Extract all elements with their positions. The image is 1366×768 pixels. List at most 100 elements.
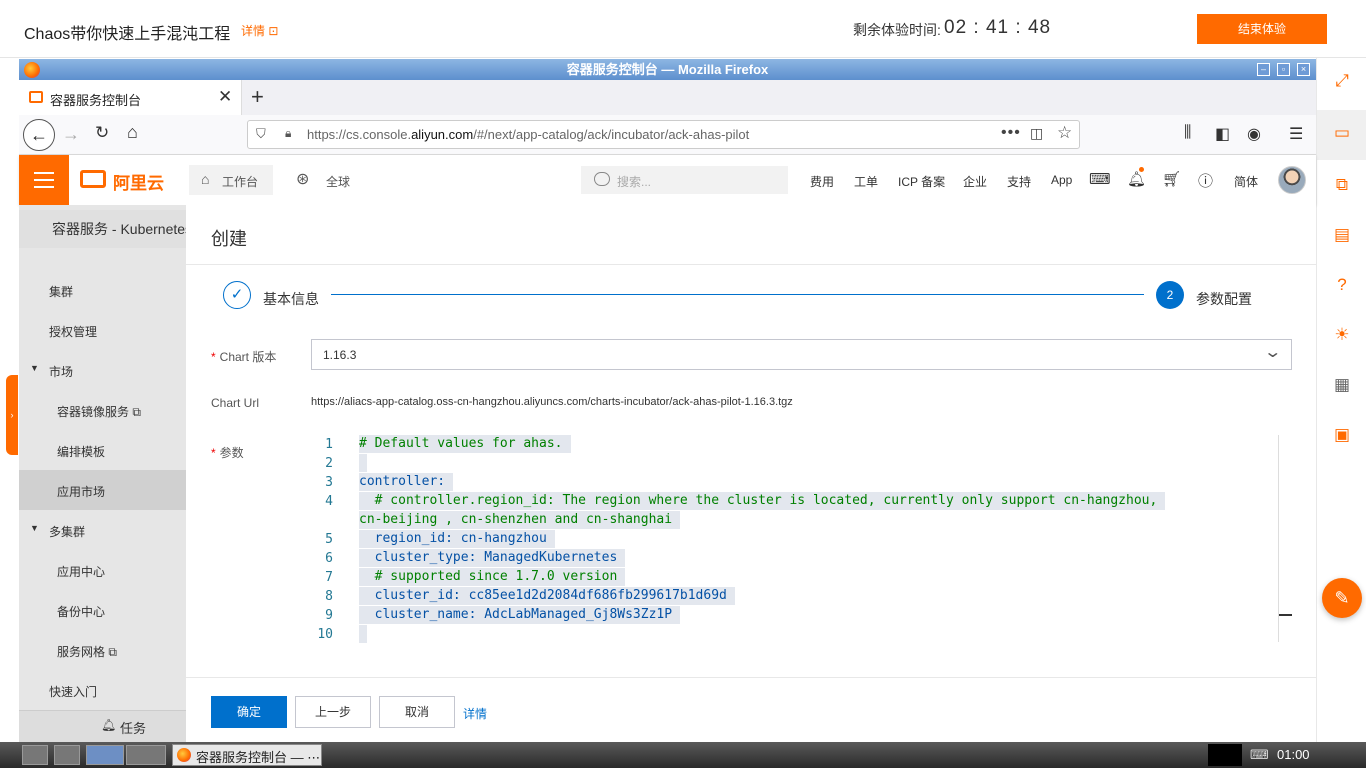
light-icon[interactable]: ☀	[1331, 324, 1353, 346]
window-close-icon[interactable]: ×	[1297, 63, 1310, 76]
lab-title: Chaos带你快速上手混沌工程	[24, 26, 231, 43]
start-menu-icon[interactable]	[22, 745, 48, 765]
lab-detail-link[interactable]: 详情 ⊡	[241, 22, 278, 39]
language-selector[interactable]: 简体	[1234, 173, 1258, 190]
account-icon[interactable]: ◉	[1247, 124, 1261, 144]
sidebar-item-app-center[interactable]: 应用中心	[57, 563, 105, 580]
line-number: 2	[325, 456, 333, 471]
sidebar-item-clusters[interactable]: 集群	[49, 283, 73, 300]
reload-icon[interactable]: ↻	[95, 123, 109, 143]
task-label[interactable]: 任务	[120, 718, 146, 737]
detail-link[interactable]: 详情	[463, 705, 487, 722]
page-actions-icon[interactable]: •••	[1001, 124, 1021, 142]
globe-icon[interactable]: ⊛	[296, 169, 309, 189]
bell-icon[interactable]: 🔔︎	[1127, 170, 1146, 188]
fullscreen-icon[interactable]: ⤢	[1331, 70, 1353, 92]
chat-icon[interactable]: ▣	[1331, 424, 1353, 446]
home-icon[interactable]: ⌂	[127, 122, 138, 143]
avatar[interactable]	[1278, 166, 1306, 194]
nav-enterprise[interactable]: 企业	[963, 173, 987, 190]
new-tab-icon[interactable]: +	[251, 84, 264, 110]
page-title: 创建	[211, 229, 247, 249]
code-line[interactable]: region_id: cn-hangzhou	[359, 530, 555, 548]
hamburger-menu-icon[interactable]	[19, 155, 69, 205]
chart-url-value: https://aliacs-app-catalog.oss-cn-hangzh…	[311, 396, 793, 408]
remote-desktop-icon[interactable]: ⧉	[1331, 174, 1353, 196]
console-search-input[interactable]	[581, 166, 788, 194]
code-line[interactable]	[359, 454, 367, 472]
url-suffix: /#/next/app-catalog/ack/incubator/ack-ah…	[473, 127, 750, 142]
caret-down-icon[interactable]: ▼	[30, 523, 39, 533]
qrcode-icon[interactable]: ▦	[1331, 374, 1353, 396]
sidebar-item-image-service[interactable]: 容器镜像服务 ⧉	[57, 403, 141, 420]
caret-down-icon[interactable]: ▼	[30, 363, 39, 373]
code-line[interactable]: # supported since 1.7.0 version	[359, 568, 626, 586]
chevron-down-icon[interactable]: ⌄	[1263, 342, 1282, 362]
sidebar-toggle-icon[interactable]: ◧	[1215, 124, 1230, 144]
show-desktop-icon[interactable]	[54, 745, 80, 765]
code-line[interactable]: cluster_type: ManagedKubernetes	[359, 549, 626, 567]
params-label: * 参数	[211, 446, 244, 460]
help-circle-icon[interactable]: ⓘ	[1198, 170, 1213, 191]
terminal-icon[interactable]: ⌨	[1089, 170, 1111, 188]
code-line[interactable]: # Default values for ahas.	[359, 435, 571, 453]
back-icon[interactable]: ←	[23, 119, 55, 151]
line-number: 10	[317, 627, 333, 642]
tab-close-icon[interactable]: ✕	[218, 87, 232, 107]
taskbar-app-label: 容器服务控制台 — ⋯	[196, 750, 321, 765]
sidebar-group-multicluster[interactable]: 多集群	[49, 523, 85, 540]
url-domain: aliyun.com	[411, 127, 474, 142]
code-line[interactable]	[359, 625, 367, 643]
previous-step-button[interactable]: 上一步	[295, 696, 371, 728]
line-number: 5	[325, 532, 333, 547]
code-line[interactable]: # controller.region_id: The region where…	[359, 492, 1166, 510]
lock-icon: 🔒︎	[285, 126, 292, 140]
restore-icon[interactable]: ▫	[1277, 63, 1290, 76]
nav-fees[interactable]: 费用	[810, 173, 834, 190]
forward-icon[interactable]: →	[62, 124, 80, 145]
workspace-label[interactable]: 工作台	[222, 173, 258, 190]
edit-note-icon[interactable]: ✎	[1322, 578, 1362, 618]
sidebar-item-authorization[interactable]: 授权管理	[49, 323, 97, 340]
sidebar-item-service-mesh[interactable]: 服务网格 ⧉	[57, 643, 117, 660]
code-line[interactable]: cluster_id: cc85ee1d2d2084df686fb299617b…	[359, 587, 735, 605]
expand-side-tab-icon[interactable]: ›	[6, 375, 18, 455]
window-title: 容器服务控制台 — Mozilla Firefox	[19, 59, 1316, 80]
code-line[interactable]: controller:	[359, 473, 454, 491]
nav-support[interactable]: 支持	[1007, 173, 1031, 190]
divider	[186, 264, 1316, 265]
region-selector[interactable]: 全球	[326, 173, 350, 190]
aliyun-logo-icon[interactable]	[80, 170, 106, 188]
sidebar-group-market[interactable]: 市场	[49, 363, 73, 380]
nav-app[interactable]: App	[1051, 173, 1072, 187]
pocket-icon[interactable]: ◫	[1030, 125, 1043, 142]
keyboard-icon[interactable]: ⌨	[1250, 747, 1269, 763]
firefox-launcher-icon[interactable]	[86, 745, 124, 765]
confirm-button[interactable]: 确定	[211, 696, 287, 728]
bookmark-star-icon[interactable]: ☆	[1057, 123, 1072, 143]
shield-icon[interactable]: ⛉	[256, 126, 266, 142]
sidebar-item-quickstart[interactable]: 快速入门	[49, 683, 97, 700]
cancel-button[interactable]: 取消	[379, 696, 455, 728]
menu-icon[interactable]: ☰	[1289, 124, 1303, 144]
search-placeholder: 搜索...	[617, 175, 652, 189]
chart-version-select[interactable]	[311, 339, 1292, 370]
aliyun-logo-text[interactable]: 阿里云	[113, 169, 164, 194]
minimize-icon[interactable]: –	[1257, 63, 1270, 76]
library-icon[interactable]: ⫼	[1184, 124, 1191, 142]
cart-icon[interactable]: 🛒︎	[1162, 170, 1181, 188]
sidebar-item-app-market[interactable]: 应用市场	[57, 483, 105, 500]
sidebar-item-backup[interactable]: 备份中心	[57, 603, 105, 620]
archive-icon[interactable]: ▤	[1331, 224, 1353, 246]
editor-scrollbar[interactable]	[1278, 435, 1292, 642]
code-line-wrap[interactable]: cn-beijing , cn-shenzhen and cn-shanghai	[359, 511, 681, 529]
url-text[interactable]: https://cs.console.aliyun.com/#/next/app…	[307, 127, 749, 142]
desktop-icon[interactable]: ▭	[1331, 122, 1353, 144]
nav-icp[interactable]: ICP 备案	[898, 173, 945, 190]
sidebar-item-templates[interactable]: 编排模板	[57, 443, 105, 460]
help-icon[interactable]: ?	[1331, 274, 1353, 296]
end-experience-button[interactable]: 结束体验	[1197, 14, 1327, 44]
workspace-switcher[interactable]	[126, 745, 166, 765]
code-line[interactable]: cluster_name: AdcLabManaged_Gj8Ws3Zz1P	[359, 606, 681, 624]
nav-tickets[interactable]: 工单	[854, 173, 878, 190]
